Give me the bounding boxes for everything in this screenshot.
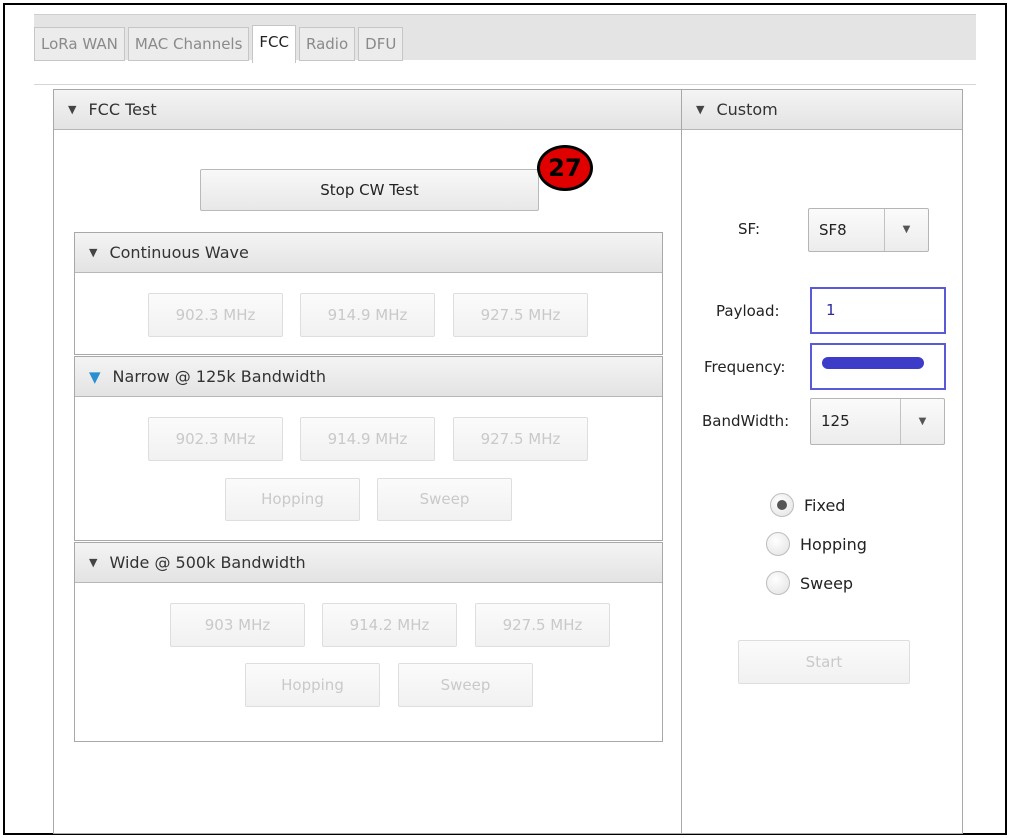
fcc-test-title: FCC Test xyxy=(88,100,157,119)
chevron-down-icon: ▼ xyxy=(884,209,928,251)
continuous-wave-title: Continuous Wave xyxy=(109,243,249,262)
tab-list: LoRa WAN MAC Channels FCC Radio DFU xyxy=(34,25,406,63)
tab-fcc[interactable]: FCC xyxy=(252,25,296,63)
custom-title: Custom xyxy=(716,100,778,119)
narrow-hopping-button[interactable]: Hopping xyxy=(225,478,360,521)
tab-content-divider xyxy=(34,84,976,85)
step-badge: 27 xyxy=(537,145,593,191)
sf-select[interactable]: SF8 ▼ xyxy=(808,208,929,252)
narrow-927-5-button[interactable]: 927.5 MHz xyxy=(453,417,588,461)
narrow-section: ▼ Narrow @ 125k Bandwidth 902.3 MHz 914.… xyxy=(74,356,663,541)
wide-903-button[interactable]: 903 MHz xyxy=(170,603,305,647)
sf-label: SF: xyxy=(738,220,761,238)
narrow-title: Narrow @ 125k Bandwidth xyxy=(112,367,326,386)
cw-914-9-button[interactable]: 914.9 MHz xyxy=(300,293,435,337)
stop-cw-test-button[interactable]: Stop CW Test xyxy=(200,169,539,211)
payload-label: Payload: xyxy=(716,302,780,320)
wide-914-2-button[interactable]: 914.2 MHz xyxy=(322,603,457,647)
continuous-wave-section: ▼ Continuous Wave 902.3 MHz 914.9 MHz 92… xyxy=(74,232,663,355)
narrow-header[interactable]: ▼ Narrow @ 125k Bandwidth xyxy=(75,357,662,397)
radio-fixed-label: Fixed xyxy=(804,495,846,515)
triangle-down-icon: ▼ xyxy=(89,246,98,259)
wide-section: ▼ Wide @ 500k Bandwidth 903 MHz 914.2 MH… xyxy=(74,542,663,742)
radio-unchecked-icon xyxy=(766,532,790,556)
bandwidth-label: BandWidth: xyxy=(702,412,790,430)
triangle-down-icon: ▼ xyxy=(89,556,98,569)
wide-927-5-button[interactable]: 927.5 MHz xyxy=(475,603,610,647)
wide-header[interactable]: ▼ Wide @ 500k Bandwidth xyxy=(75,543,662,583)
fcc-test-panel: ▼ FCC Test Stop CW Test ▼ Continuous Wav… xyxy=(53,89,682,834)
chevron-down-icon: ▼ xyxy=(900,399,944,444)
triangle-down-icon: ▼ xyxy=(68,103,77,116)
tab-mac-channels[interactable]: MAC Channels xyxy=(127,27,250,61)
radio-sweep-label: Sweep xyxy=(800,573,854,593)
redaction-mark xyxy=(822,357,924,369)
wide-sweep-button[interactable]: Sweep xyxy=(398,663,533,707)
cw-902-3-button[interactable]: 902.3 MHz xyxy=(148,293,283,337)
radio-sweep[interactable]: Sweep xyxy=(766,571,853,595)
narrow-914-9-button[interactable]: 914.9 MHz xyxy=(300,417,435,461)
radio-unchecked-icon xyxy=(766,571,790,595)
frequency-field[interactable] xyxy=(810,343,946,390)
triangle-down-icon: ▼ xyxy=(89,367,101,386)
radio-hopping-label: Hopping xyxy=(800,534,867,554)
sf-value: SF8 xyxy=(819,221,847,239)
bandwidth-value: 125 xyxy=(821,412,850,430)
custom-panel: ▼ Custom SF: SF8 ▼ Payload: 1 Frequency:… xyxy=(681,89,963,834)
payload-value: 1 xyxy=(826,301,836,319)
bandwidth-select[interactable]: 125 ▼ xyxy=(810,398,945,445)
custom-header[interactable]: ▼ Custom xyxy=(682,90,962,130)
radio-checked-icon xyxy=(770,493,794,517)
narrow-902-3-button[interactable]: 902.3 MHz xyxy=(148,417,283,461)
radio-hopping[interactable]: Hopping xyxy=(766,532,867,556)
tab-lora-wan[interactable]: LoRa WAN xyxy=(34,27,125,61)
payload-field[interactable]: 1 xyxy=(810,287,946,334)
narrow-sweep-button[interactable]: Sweep xyxy=(377,478,512,521)
radio-fixed[interactable]: Fixed xyxy=(770,493,845,517)
triangle-down-icon: ▼ xyxy=(696,103,705,116)
tab-dfu[interactable]: DFU xyxy=(358,27,404,61)
wide-hopping-button[interactable]: Hopping xyxy=(245,663,380,707)
continuous-wave-header[interactable]: ▼ Continuous Wave xyxy=(75,233,662,273)
wide-title: Wide @ 500k Bandwidth xyxy=(109,553,306,572)
tab-bar: LoRa WAN MAC Channels FCC Radio DFU xyxy=(34,14,976,63)
tab-radio[interactable]: Radio xyxy=(298,27,356,61)
fcc-test-header[interactable]: ▼ FCC Test xyxy=(54,90,681,130)
frequency-label: Frequency: xyxy=(704,358,786,376)
start-button[interactable]: Start xyxy=(738,640,910,684)
cw-927-5-button[interactable]: 927.5 MHz xyxy=(453,293,588,337)
